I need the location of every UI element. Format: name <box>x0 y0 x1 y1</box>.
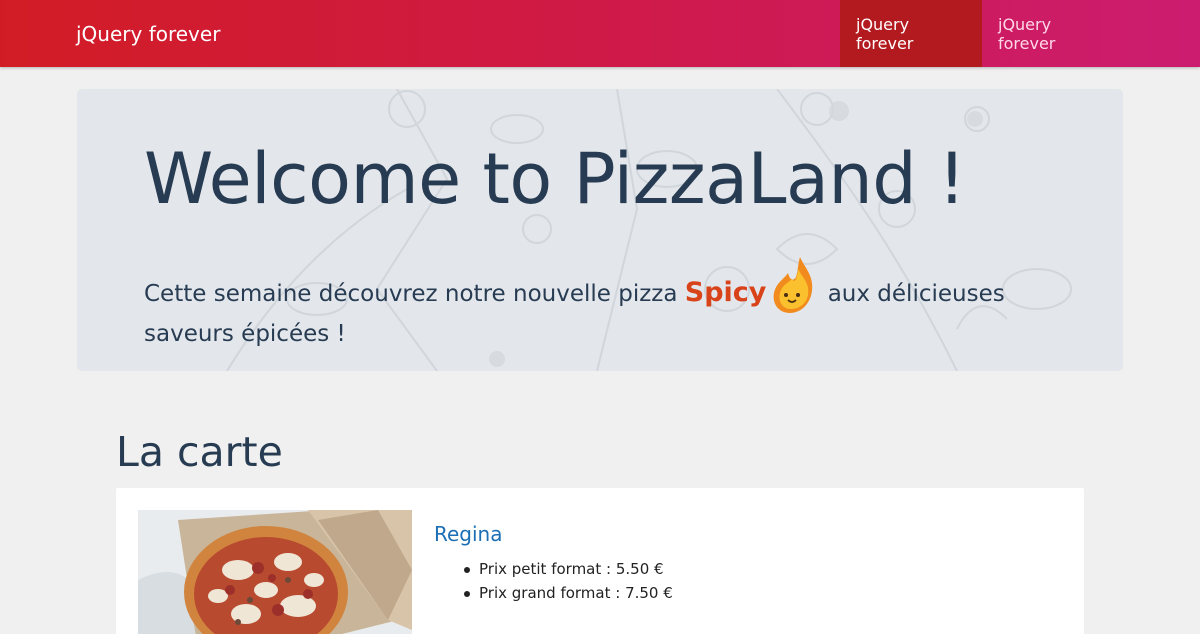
hero-text-before: Cette semaine découvrez notre nouvelle p… <box>144 281 685 307</box>
hero-text: Cette semaine découvrez notre nouvelle p… <box>144 255 1044 353</box>
navbar: jQuery forever jQuery forever jQuery for… <box>0 0 1200 67</box>
price-list: Prix petit format : 5.50 € Prix grand fo… <box>464 557 673 605</box>
hero-title: Welcome to PizzaLand ! <box>144 138 966 220</box>
navbar-brand[interactable]: jQuery forever <box>76 22 220 46</box>
nav-links: jQuery forever jQuery forever <box>840 0 1200 67</box>
pizza-name-link[interactable]: Regina <box>434 522 503 546</box>
nav-link[interactable]: jQuery forever <box>982 0 1122 67</box>
pizza-card: Regina Prix petit format : 5.50 € Prix g… <box>116 488 1084 634</box>
nav-link-active[interactable]: jQuery forever <box>840 0 982 67</box>
price-small: Prix petit format : 5.50 € <box>464 557 673 581</box>
price-large: Prix grand format : 7.50 € <box>464 581 673 605</box>
pizza-image <box>138 510 412 634</box>
spicy-flame-icon <box>774 257 813 313</box>
menu-title: La carte <box>116 428 283 476</box>
spicy-label: Spicy <box>684 277 767 308</box>
hero-banner: Welcome to PizzaLand ! Cette semaine déc… <box>77 89 1123 371</box>
